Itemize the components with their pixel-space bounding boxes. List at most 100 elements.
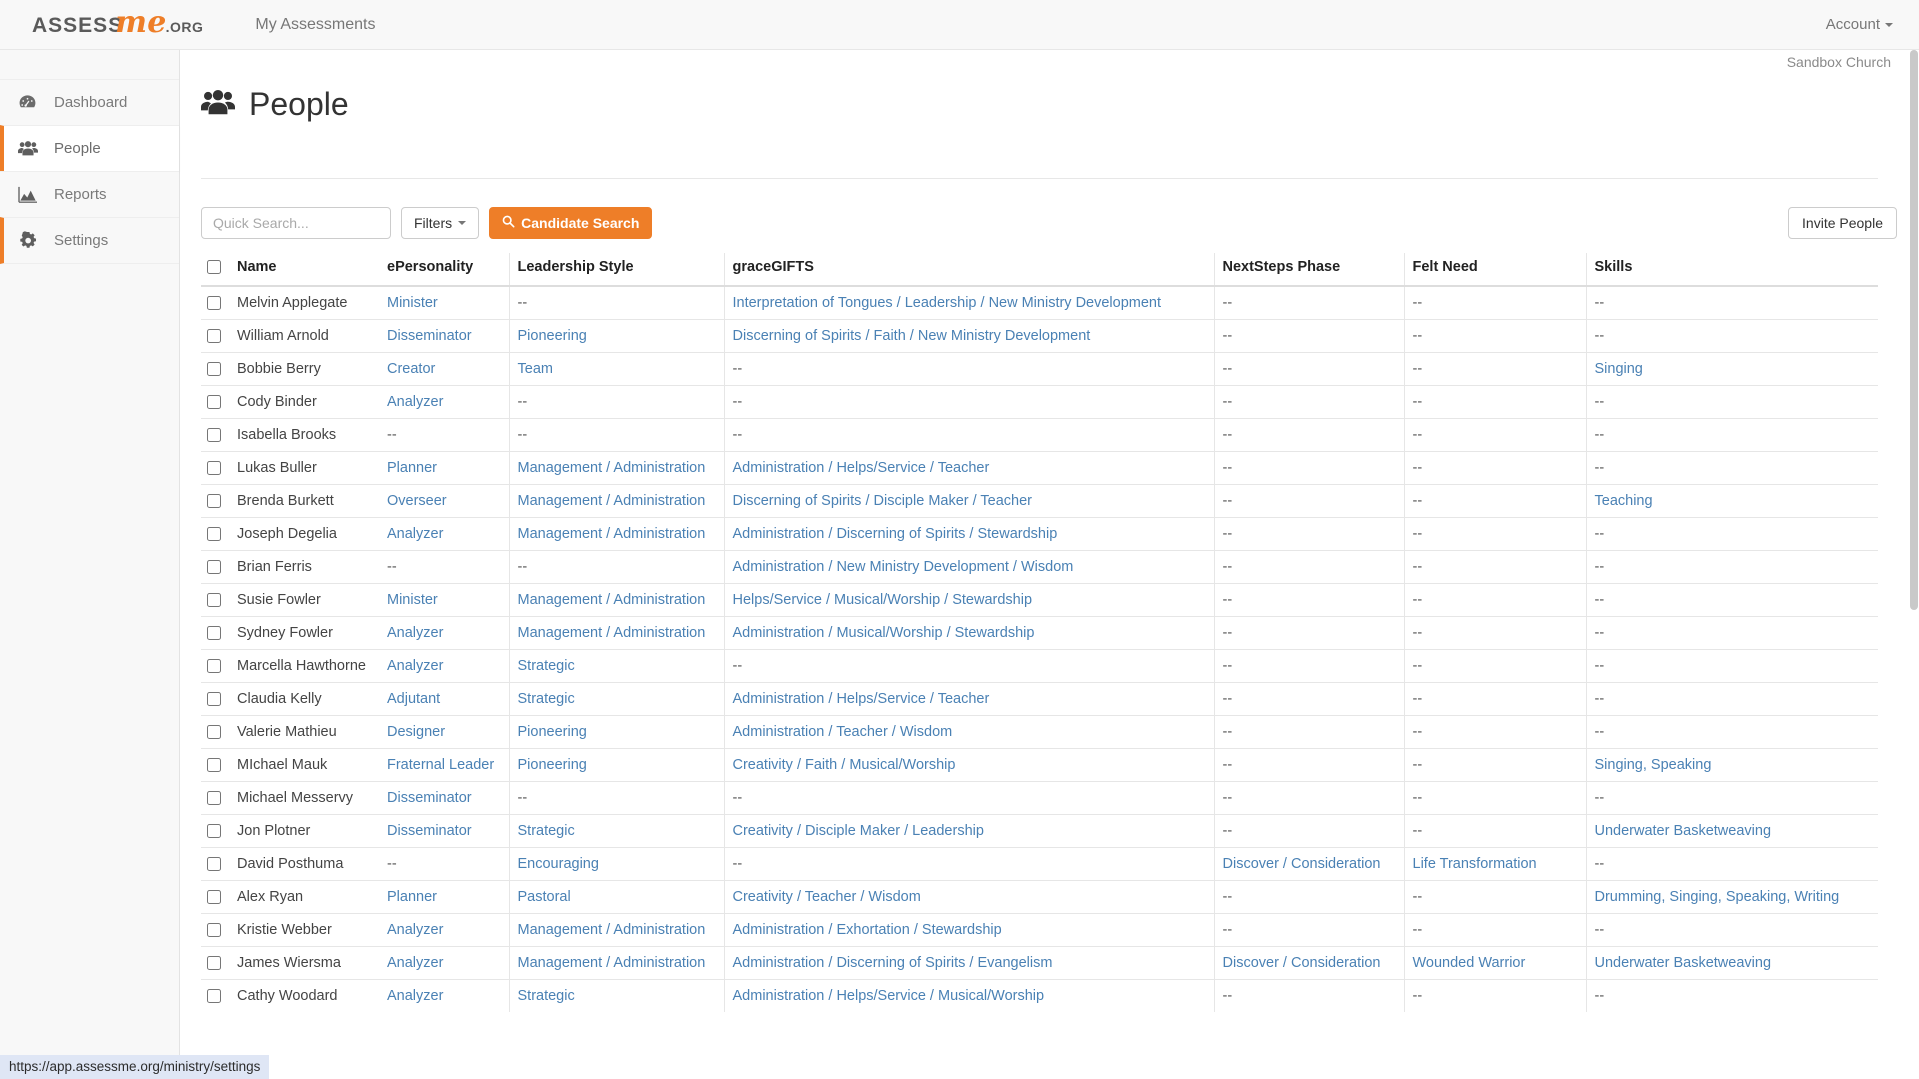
cell-gracegifts[interactable]: Administration / Exhortation / Stewardsh… xyxy=(723,913,1214,947)
cell-gracegifts[interactable]: Creativity / Faith / Musical/Worship xyxy=(723,748,1214,782)
leadership-style-link[interactable]: Strategic xyxy=(518,658,575,674)
nextsteps-phase-link[interactable]: Discover / Consideration xyxy=(1223,856,1381,872)
sidebar-item-people[interactable]: People xyxy=(0,125,179,172)
column-header-epersonality[interactable]: ePersonality xyxy=(379,253,509,287)
epersonality-link[interactable]: Overseer xyxy=(387,493,447,509)
cell-name[interactable]: Michael Messervy xyxy=(229,781,379,815)
cell-gracegifts[interactable]: Creativity / Disciple Maker / Leadership xyxy=(723,814,1214,848)
cell-leadership-style[interactable]: Pastoral xyxy=(508,880,724,914)
row-select-checkbox[interactable] xyxy=(207,692,221,707)
gracegifts-link[interactable]: Administration / Helps/Service / Teacher xyxy=(733,460,990,476)
cell-name[interactable]: Marcella Hawthorne xyxy=(229,649,379,683)
epersonality-link[interactable]: Disseminator xyxy=(387,823,472,839)
cell-name[interactable]: Sydney Fowler xyxy=(229,616,379,650)
epersonality-link[interactable]: Analyzer xyxy=(387,658,443,674)
cell-epersonality[interactable]: Analyzer xyxy=(379,385,509,419)
skills-link[interactable]: Underwater Basketweaving xyxy=(1595,955,1772,971)
row-select-checkbox[interactable] xyxy=(207,362,221,377)
table-row[interactable]: Alex Ryan Planner Pastoral Creativity / Tea… xyxy=(201,880,1878,914)
column-header-name[interactable]: Name xyxy=(229,253,379,287)
table-row[interactable]: Michael Messervy Disseminator -- -- -- -- -- xyxy=(201,781,1878,815)
cell-epersonality[interactable]: Planner xyxy=(379,880,509,914)
epersonality-link[interactable]: Analyzer xyxy=(387,922,443,938)
cell-gracegifts[interactable]: Administration / Helps/Service / Teacher xyxy=(723,682,1214,716)
cell-skills[interactable]: Singing xyxy=(1585,352,1878,386)
cell-felt-need[interactable]: Life Transformation xyxy=(1403,847,1586,881)
leadership-style-link[interactable]: Management / Administration xyxy=(518,955,706,971)
cell-epersonality[interactable]: Fraternal Leader xyxy=(379,748,509,782)
leadership-style-link[interactable]: Management / Administration xyxy=(518,493,706,509)
cell-skills[interactable]: Underwater Basketweaving xyxy=(1585,814,1878,848)
search-input[interactable] xyxy=(201,207,391,239)
gracegifts-link[interactable]: Administration / Discerning of Spirits /… xyxy=(733,526,1058,542)
cell-name[interactable]: Claudia Kelly xyxy=(229,682,379,716)
cell-leadership-style[interactable]: Strategic xyxy=(508,979,724,1012)
leadership-style-link[interactable]: Management / Administration xyxy=(518,460,706,476)
cell-leadership-style[interactable]: Pioneering xyxy=(508,715,724,749)
table-row[interactable]: James Wiersma Analyzer Management / Admini… xyxy=(201,946,1878,980)
cell-gracegifts[interactable]: Creativity / Teacher / Wisdom xyxy=(723,880,1214,914)
epersonality-link[interactable]: Analyzer xyxy=(387,988,443,1004)
gracegifts-link[interactable]: Helps/Service / Musical/Worship / Stewar… xyxy=(733,592,1033,608)
table-row[interactable]: Susie Fowler Minister Management / Adminis… xyxy=(201,583,1878,617)
row-select-checkbox[interactable] xyxy=(207,461,221,476)
table-row[interactable]: Cathy Woodard Analyzer Strategic Administra… xyxy=(201,979,1878,1012)
cell-nextsteps-phase[interactable]: Discover / Consideration xyxy=(1213,946,1404,980)
row-select-checkbox[interactable] xyxy=(207,395,221,410)
gracegifts-link[interactable]: Discerning of Spirits / Faith / New Mini… xyxy=(733,328,1091,344)
leadership-style-link[interactable]: Management / Administration xyxy=(518,922,706,938)
cell-epersonality[interactable]: Adjutant xyxy=(379,682,509,716)
column-header-skills[interactable]: Skills xyxy=(1585,253,1878,287)
epersonality-link[interactable]: Analyzer xyxy=(387,394,443,410)
gracegifts-link[interactable]: Administration / New Ministry Developmen… xyxy=(733,559,1074,575)
sidebar-item-settings[interactable]: Settings xyxy=(0,217,179,264)
epersonality-link[interactable]: Analyzer xyxy=(387,526,443,542)
sidebar-item-reports[interactable]: Reports xyxy=(0,171,179,218)
cell-gracegifts[interactable]: Administration / Musical/Worship / Stewa… xyxy=(723,616,1214,650)
table-row[interactable]: William Arnold Disseminator Pioneering Disc… xyxy=(201,319,1878,353)
row-select-checkbox[interactable] xyxy=(207,494,221,509)
epersonality-link[interactable]: Creator xyxy=(387,361,435,377)
invite-people-button[interactable]: Invite People xyxy=(1788,207,1897,239)
row-select-checkbox[interactable] xyxy=(207,725,221,740)
table-row[interactable]: Jon Plotner Disseminator Strategic Creativi… xyxy=(201,814,1878,848)
row-select-checkbox[interactable] xyxy=(207,560,221,575)
leadership-style-link[interactable]: Strategic xyxy=(518,823,575,839)
row-select-checkbox[interactable] xyxy=(207,923,221,938)
table-row[interactable]: Melvin Applegate Minister -- Interpretation… xyxy=(201,285,1878,320)
cell-epersonality[interactable]: Disseminator xyxy=(379,781,509,815)
leadership-style-link[interactable]: Pioneering xyxy=(518,724,587,740)
leadership-style-link[interactable]: Team xyxy=(518,361,553,377)
gracegifts-link[interactable]: Administration / Exhortation / Stewardsh… xyxy=(733,922,1002,938)
table-row[interactable]: MIchael Mauk Fraternal Leader Pioneering Cr… xyxy=(201,748,1878,782)
cell-name[interactable]: Valerie Mathieu xyxy=(229,715,379,749)
cell-epersonality[interactable]: Analyzer xyxy=(379,946,509,980)
candidate-search-button[interactable]: Candidate Search xyxy=(489,207,653,239)
cell-name[interactable]: Brenda Burkett xyxy=(229,484,379,518)
cell-gracegifts[interactable]: Discerning of Spirits / Disciple Maker /… xyxy=(723,484,1214,518)
row-select-checkbox[interactable] xyxy=(207,824,221,839)
cell-name[interactable]: Lukas Buller xyxy=(229,451,379,485)
cell-leadership-style[interactable]: Management / Administration xyxy=(508,913,724,947)
cell-leadership-style[interactable]: Strategic xyxy=(508,682,724,716)
cell-name[interactable]: Bobbie Berry xyxy=(229,352,379,386)
row-select-checkbox[interactable] xyxy=(207,593,221,608)
table-row[interactable]: Cody Binder Analyzer -- -- -- -- -- xyxy=(201,385,1878,419)
row-select-checkbox[interactable] xyxy=(207,428,221,443)
table-row[interactable]: Lukas Buller Planner Management / Administ… xyxy=(201,451,1878,485)
felt-need-link[interactable]: Wounded Warrior xyxy=(1413,955,1526,971)
cell-skills[interactable]: Drumming, Singing, Speaking, Writing xyxy=(1585,880,1878,914)
cell-epersonality[interactable]: Analyzer xyxy=(379,517,509,551)
nav-link-my-assessments[interactable]: My Assessments xyxy=(255,16,375,34)
cell-epersonality[interactable]: Minister xyxy=(379,583,509,617)
sidebar-item-dashboard[interactable]: Dashboard xyxy=(0,79,179,126)
cell-skills[interactable]: Singing, Speaking xyxy=(1585,748,1878,782)
row-select-checkbox[interactable] xyxy=(207,956,221,971)
cell-leadership-style[interactable]: Management / Administration xyxy=(508,583,724,617)
account-menu[interactable]: Account xyxy=(1826,16,1893,33)
cell-leadership-style[interactable]: Pioneering xyxy=(508,748,724,782)
cell-gracegifts[interactable]: Administration / Discerning of Spirits /… xyxy=(723,946,1214,980)
cell-gracegifts[interactable]: Administration / New Ministry Developmen… xyxy=(723,550,1214,584)
gracegifts-link[interactable]: Discerning of Spirits / Disciple Maker /… xyxy=(733,493,1033,509)
epersonality-link[interactable]: Analyzer xyxy=(387,625,443,641)
